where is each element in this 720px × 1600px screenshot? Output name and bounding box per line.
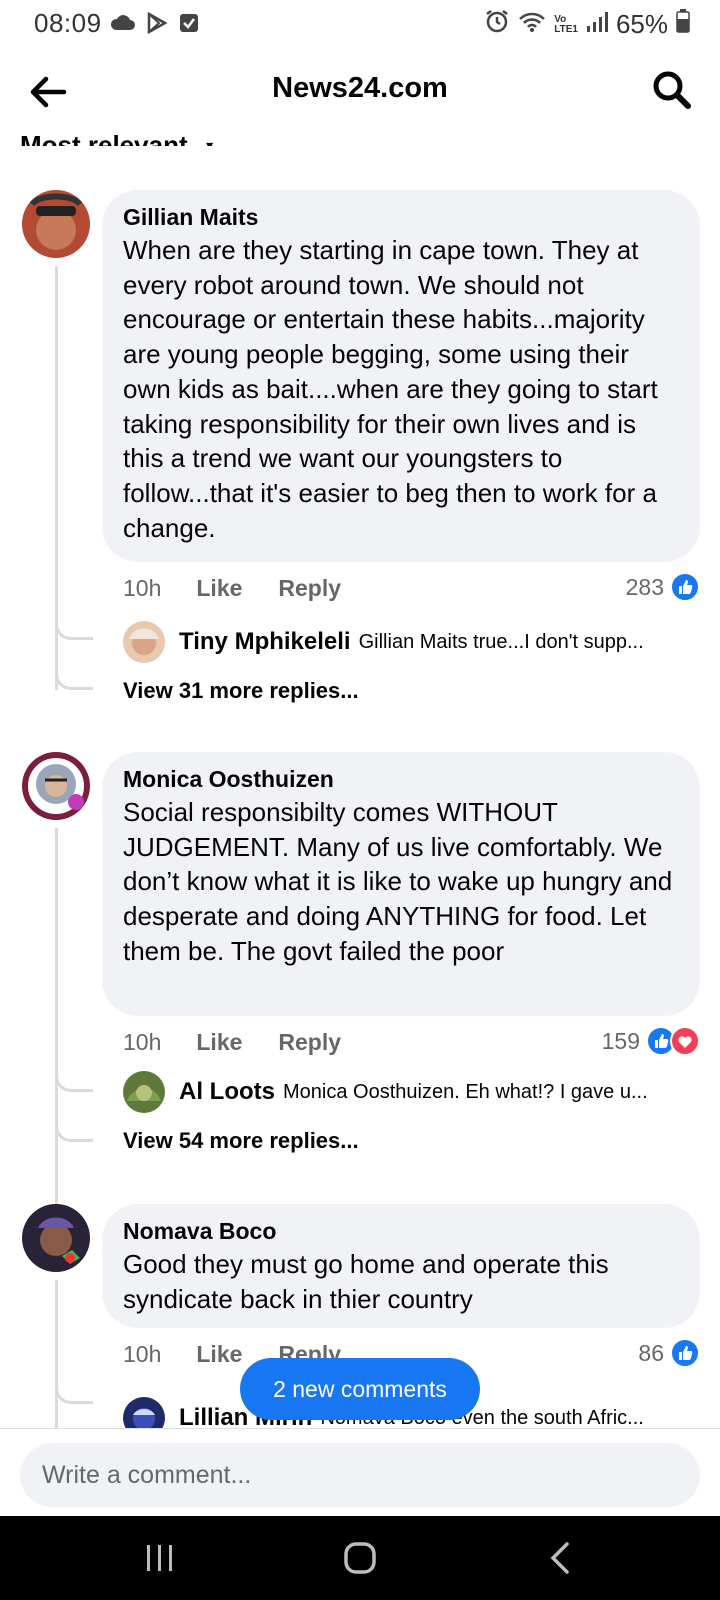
sort-label: Most relevant — [20, 130, 188, 146]
comment-author[interactable]: Nomava Boco — [123, 1218, 680, 1244]
back-chevron-icon — [550, 1542, 569, 1574]
reply-connector — [55, 1364, 93, 1404]
battery-icon — [676, 9, 690, 40]
alarm-icon — [484, 8, 510, 41]
comment-actions: 10h Like Reply — [123, 575, 341, 602]
new-comments-button[interactable]: 2 new comments — [240, 1358, 480, 1420]
comment-author[interactable]: Monica Oosthuizen — [123, 766, 680, 792]
comment-time: 10h — [123, 1341, 162, 1367]
view-more-replies[interactable]: View 54 more replies... — [123, 1128, 359, 1154]
recent-apps-icon — [147, 1545, 172, 1571]
reply-author[interactable]: Tiny Mphikeleli — [179, 628, 351, 656]
reaction-count: 159 — [601, 1027, 640, 1054]
like-button[interactable]: Like — [196, 575, 242, 602]
chevron-down-icon: ▾ — [206, 137, 214, 146]
status-bar: 08:09 Vo LTE1 65% — [0, 0, 720, 48]
comment-bubble[interactable]: Gillian Maits When are they starting in … — [102, 190, 700, 562]
reaction-count: 283 — [625, 573, 664, 600]
comment-text: Good they must go home and operate this … — [123, 1249, 609, 1314]
like-reaction-icon — [670, 572, 700, 602]
signal-icon — [586, 9, 608, 40]
reply-preview[interactable]: Tiny Mphikeleli Gillian Maits true...I d… — [123, 620, 703, 664]
page-title: News24.com — [272, 72, 448, 104]
avatar[interactable] — [22, 752, 90, 820]
thread-line — [55, 1280, 58, 1430]
reply-connector — [55, 640, 93, 690]
comment-author[interactable]: Gillian Maits — [123, 204, 680, 230]
reply-connector — [55, 600, 93, 640]
home-icon — [344, 1542, 376, 1574]
home-button[interactable] — [330, 1534, 390, 1582]
reply-connector — [55, 1092, 93, 1142]
network-type: LTE1 — [554, 23, 578, 35]
like-reaction-icon — [670, 1338, 700, 1368]
play-store-icon — [146, 11, 168, 39]
avatar[interactable] — [22, 1204, 90, 1272]
search-button[interactable] — [650, 68, 694, 112]
reply-preview[interactable]: Al Loots Monica Oosthuizen. Eh what!? I … — [123, 1070, 703, 1114]
reply-author[interactable]: Al Loots — [179, 1078, 275, 1106]
avatar[interactable] — [123, 1071, 165, 1113]
comment-time: 10h — [123, 1029, 162, 1055]
reply-button[interactable]: Reply — [278, 1029, 341, 1056]
comment-text: Social responsibilty comes WITHOUT JUDGE… — [123, 797, 673, 966]
battery-percent: 65% — [615, 9, 668, 39]
system-navigation-bar — [0, 1516, 720, 1600]
cloud-icon — [110, 14, 136, 37]
reaction-summary[interactable]: 283 — [626, 572, 700, 602]
checkbox-icon — [178, 12, 200, 39]
reply-text: Gillian Maits true...I don't supp... — [358, 630, 644, 653]
comment-input[interactable] — [20, 1443, 700, 1507]
reaction-summary[interactable]: 159 — [602, 1026, 700, 1056]
sort-dropdown[interactable]: Most relevant ▾ — [20, 118, 320, 146]
avatar[interactable] — [123, 621, 165, 663]
back-nav-button[interactable] — [530, 1534, 590, 1582]
like-button[interactable]: Like — [196, 1029, 242, 1056]
thread-line — [55, 828, 58, 1228]
comment-bubble[interactable]: Monica Oosthuizen Social responsibilty c… — [102, 752, 700, 1016]
recent-apps-button[interactable] — [130, 1534, 190, 1582]
view-more-replies[interactable]: View 31 more replies... — [123, 678, 359, 704]
comment-text: When are they starting in cape town. The… — [123, 235, 658, 543]
reply-text: Monica Oosthuizen. Eh what!? I gave u... — [283, 1080, 648, 1103]
search-icon — [653, 71, 691, 109]
comment-composer — [0, 1428, 720, 1516]
comment-bubble[interactable]: Nomava Boco Good they must go home and o… — [102, 1204, 700, 1328]
comment-actions: 10h Like Reply — [123, 1029, 341, 1056]
wifi-icon — [518, 9, 546, 40]
love-reaction-icon — [670, 1026, 700, 1056]
reply-connector — [55, 1052, 93, 1092]
avatar[interactable] — [22, 190, 90, 258]
reaction-summary[interactable]: 86 — [638, 1338, 700, 1368]
status-time: 08:09 — [34, 8, 102, 38]
comment-time: 10h — [123, 575, 162, 601]
reply-button[interactable]: Reply — [278, 575, 341, 602]
reaction-count: 86 — [638, 1339, 664, 1366]
like-button[interactable]: Like — [196, 1341, 242, 1368]
